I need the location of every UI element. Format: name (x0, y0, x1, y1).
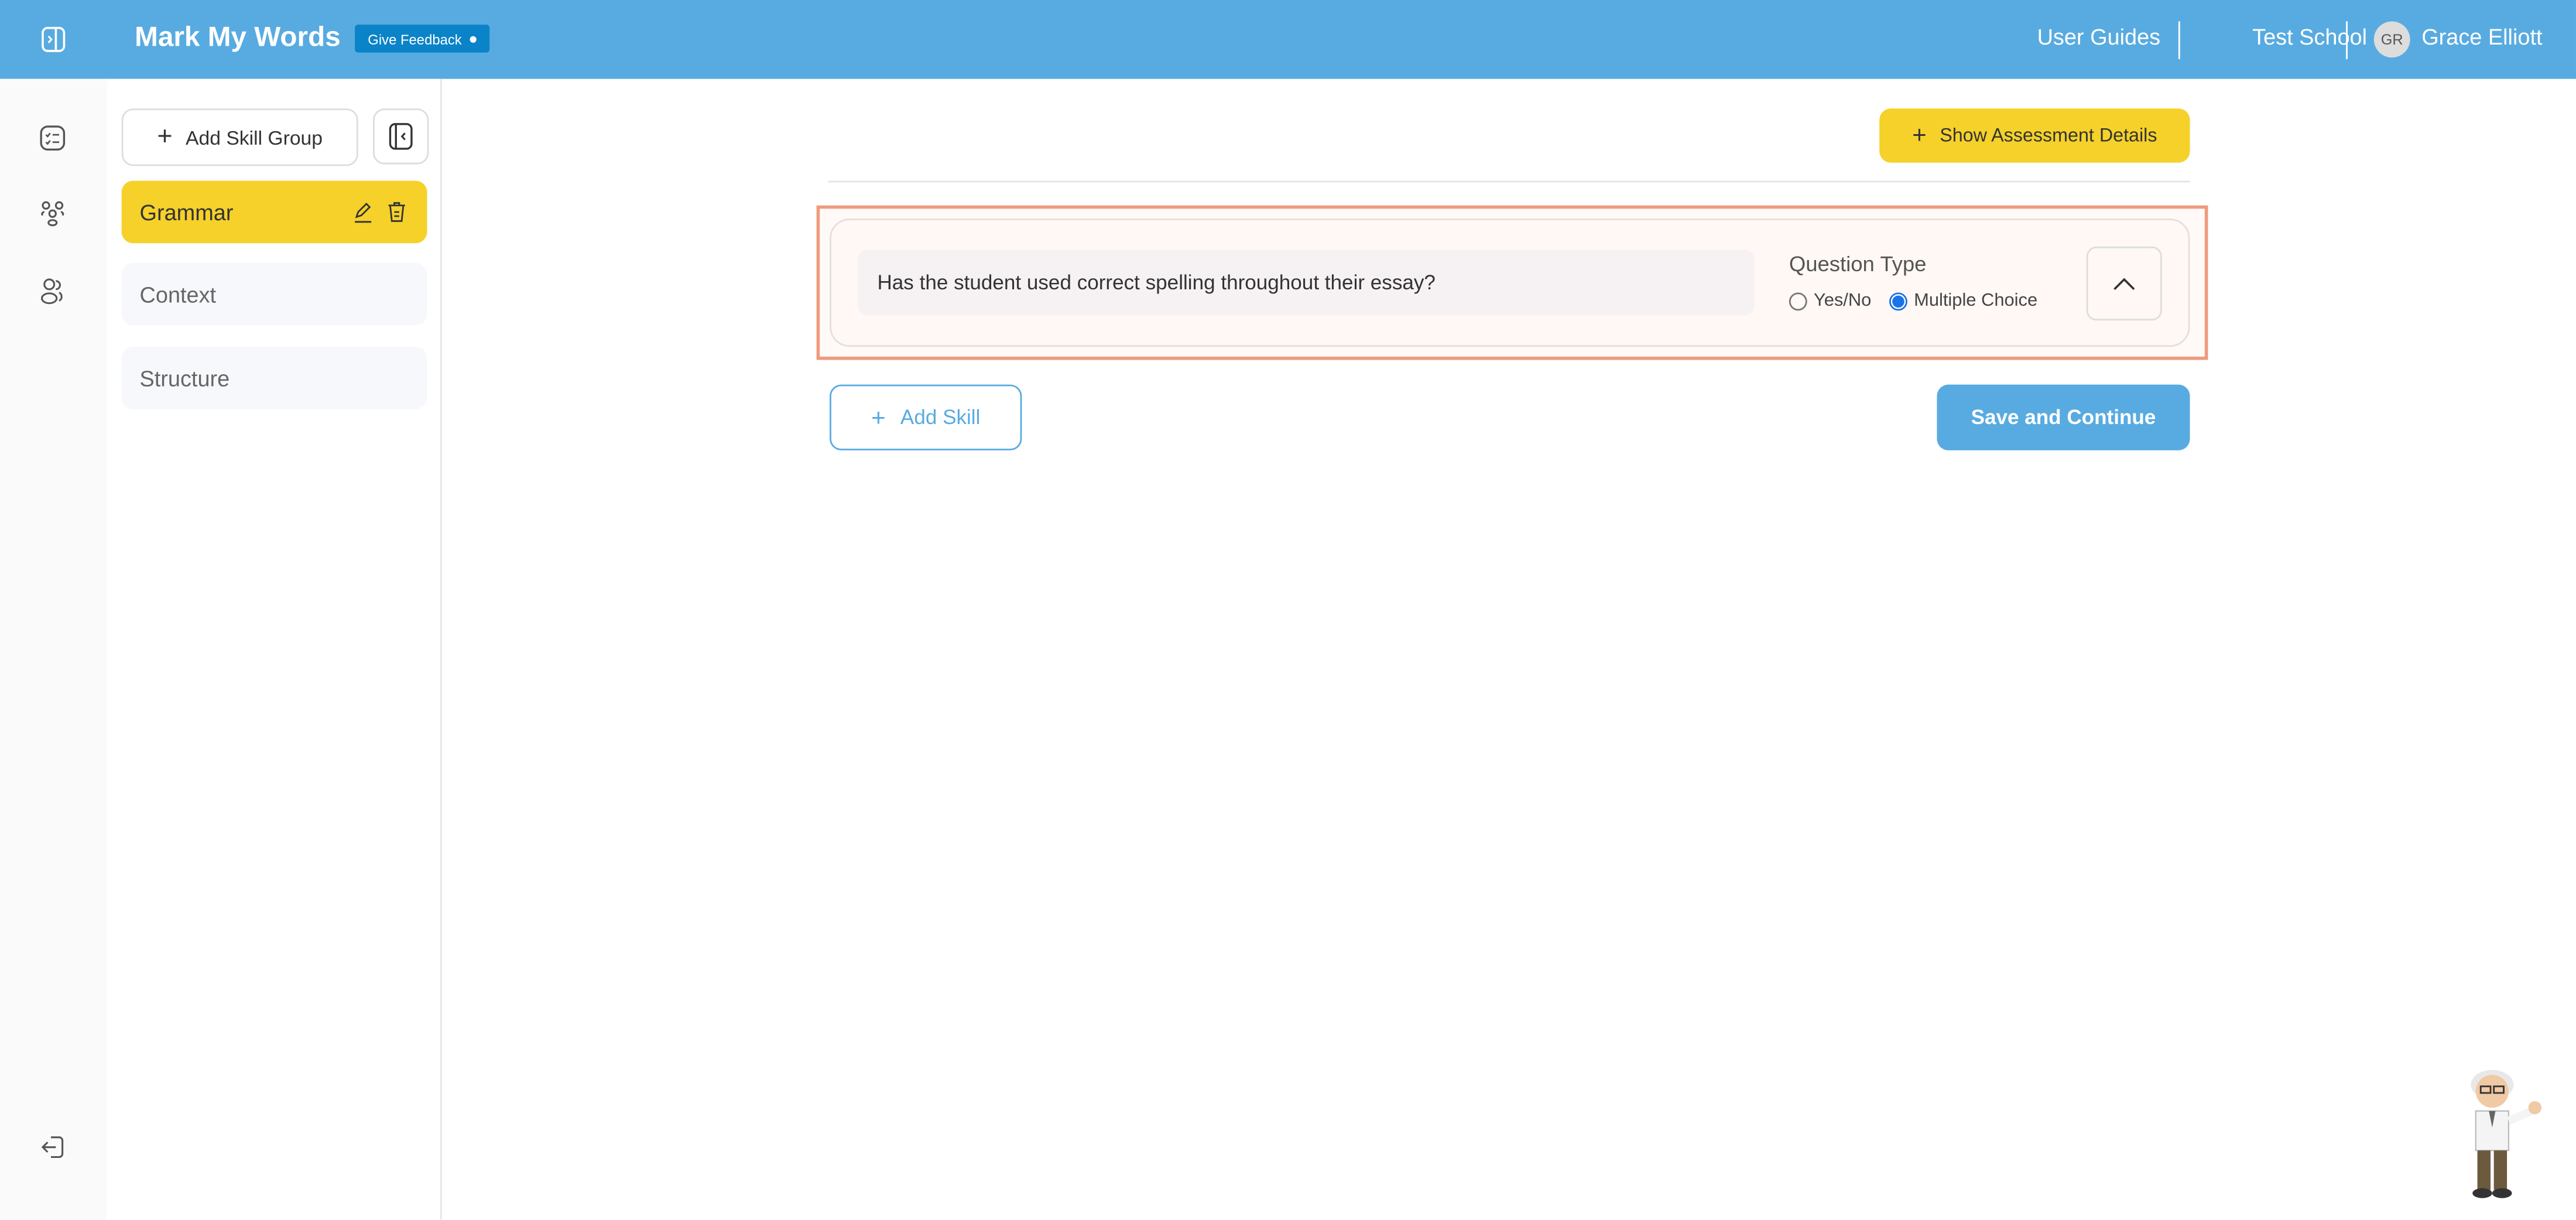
divider (2346, 21, 2348, 60)
skill-group-panel (107, 78, 442, 1220)
add-skill-button[interactable]: + Add Skill (830, 384, 1022, 450)
collapse-panel-button[interactable] (372, 108, 429, 165)
user-guides-link[interactable]: User Guides (2037, 25, 2161, 49)
radio-yes-no[interactable]: Yes/No (1789, 291, 1872, 311)
skill-groups-icon[interactable] (36, 197, 69, 230)
logout-icon[interactable] (36, 1131, 69, 1164)
user-name[interactable]: Grace Elliott (2421, 25, 2542, 49)
add-skill-group-button[interactable]: + Add Skill Group (121, 108, 358, 166)
radio-label: Multiple Choice (1914, 291, 2038, 311)
add-skill-group-label: Add Skill Group (186, 125, 323, 149)
app-title: Mark My Words (135, 21, 341, 53)
radio-button-selected[interactable] (1889, 292, 1907, 310)
save-and-continue-button[interactable]: Save and Continue (1937, 384, 2190, 450)
skill-group-context[interactable]: Context (121, 262, 427, 326)
skill-group-label: Context (139, 282, 217, 307)
collapse-skill-button[interactable] (2086, 246, 2162, 321)
skill-group-label: Structure (139, 365, 230, 391)
icon-rail (0, 78, 107, 1220)
radio-button[interactable] (1789, 292, 1807, 310)
edit-icon[interactable] (352, 200, 375, 223)
divider (828, 180, 2190, 183)
avatar[interactable]: GR (2373, 21, 2410, 58)
plus-icon: + (871, 403, 886, 432)
dot-icon (470, 35, 477, 42)
divider (2178, 21, 2180, 60)
question-input[interactable]: Has the student used correct spelling th… (857, 250, 1755, 316)
give-feedback-button[interactable]: Give Feedback (355, 25, 490, 53)
trash-icon[interactable] (386, 200, 407, 223)
checklist-icon[interactable] (36, 122, 69, 155)
show-assessment-details-button[interactable]: + Show Assessment Details (1879, 108, 2190, 163)
sidebar-toggle-icon[interactable] (41, 26, 66, 53)
radio-multiple-choice[interactable]: Multiple Choice (1889, 291, 2038, 311)
radio-label: Yes/No (1813, 291, 1872, 311)
skill-group-label: Grammar (139, 199, 234, 225)
plus-icon: + (1912, 121, 1927, 150)
school-link[interactable]: Test School (2252, 25, 2367, 49)
collapse-panel-icon (389, 123, 413, 150)
question-type-label: Question Type (1789, 251, 1927, 276)
skill-group-grammar[interactable]: Grammar (121, 180, 427, 244)
mascot-assistant[interactable] (2456, 1062, 2558, 1203)
top-bar: Mark My Words Give Feedback User Guides … (0, 0, 2576, 79)
show-details-label: Show Assessment Details (1940, 125, 2157, 146)
skill-group-structure[interactable]: Structure (121, 347, 427, 409)
add-skill-label: Add Skill (900, 406, 981, 429)
chevron-up-icon (2113, 277, 2135, 289)
users-icon[interactable] (36, 275, 69, 307)
feedback-label: Give Feedback (368, 30, 462, 47)
plus-icon: + (157, 122, 173, 151)
